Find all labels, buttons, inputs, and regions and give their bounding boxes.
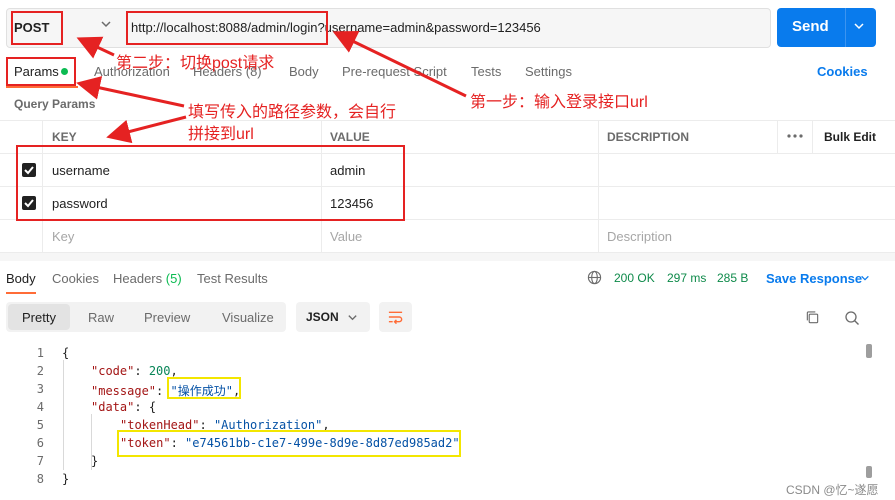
watermark: CSDN @忆~遂愿 xyxy=(786,483,879,497)
annotation-arrows xyxy=(76,31,467,144)
